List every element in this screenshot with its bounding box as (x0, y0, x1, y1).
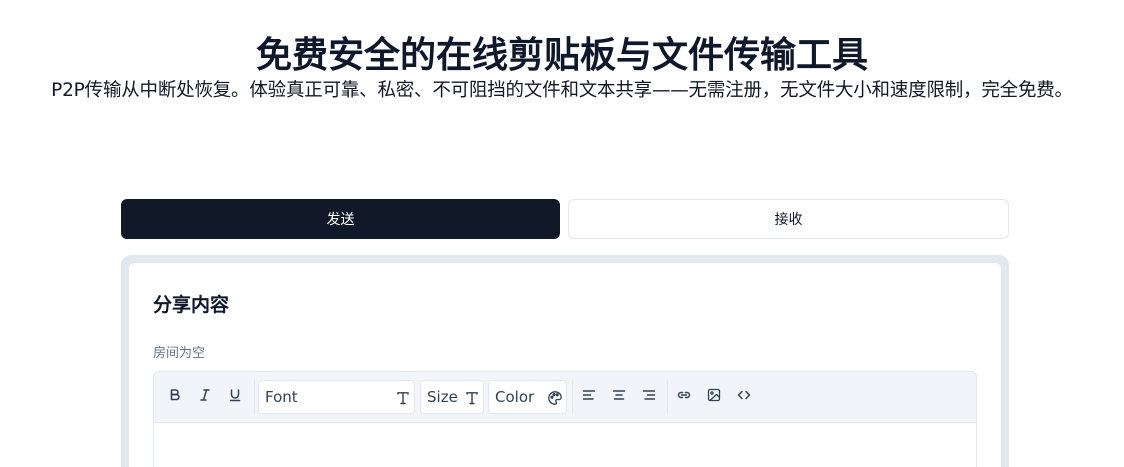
toolbar-divider (254, 380, 255, 414)
italic-button[interactable] (193, 385, 217, 409)
align-right-icon (641, 387, 657, 407)
tab-send-label: 发送 (326, 212, 355, 228)
align-center-button[interactable] (607, 385, 631, 409)
text-size-icon (464, 390, 480, 406)
page-title: 免费安全的在线剪贴板与文件传输工具 (255, 35, 868, 76)
font-select[interactable]: Font (258, 380, 415, 414)
underline-icon (227, 387, 243, 407)
tab-receive[interactable]: 接收 (568, 199, 1009, 239)
text-type-icon (395, 390, 411, 406)
rich-text-editor: Font Size Color (153, 371, 977, 467)
color-select-label: Color (495, 388, 535, 406)
size-select-label: Size (427, 388, 458, 406)
palette-icon (547, 390, 563, 406)
toolbar-divider (572, 380, 573, 414)
align-left-button[interactable] (577, 385, 601, 409)
editor-toolbar: Font Size Color (154, 372, 976, 423)
link-icon (676, 387, 692, 407)
editor-content-area[interactable] (154, 423, 976, 467)
bold-button[interactable] (163, 385, 187, 409)
align-left-icon (581, 387, 597, 407)
page-subtitle: P2P传输从中断处恢复。体验真正可靠、私密、不可阻挡的文件和文本共享——无需注册… (51, 80, 1073, 101)
color-select[interactable]: Color (488, 380, 567, 414)
align-center-icon (611, 387, 627, 407)
share-panel-heading: 分享内容 (153, 294, 230, 316)
font-select-label: Font (265, 388, 298, 406)
tab-receive-label: 接收 (774, 212, 803, 228)
align-right-button[interactable] (637, 385, 661, 409)
image-icon (706, 387, 722, 407)
code-icon (736, 387, 752, 407)
image-button[interactable] (702, 385, 726, 409)
link-button[interactable] (672, 385, 696, 409)
italic-icon (197, 387, 213, 407)
tab-send[interactable]: 发送 (121, 199, 560, 239)
room-status-text: 房间为空 (153, 346, 206, 361)
size-select[interactable]: Size (420, 380, 484, 414)
bold-icon (167, 387, 183, 407)
toolbar-divider (667, 380, 668, 414)
code-button[interactable] (732, 385, 756, 409)
underline-button[interactable] (223, 385, 247, 409)
